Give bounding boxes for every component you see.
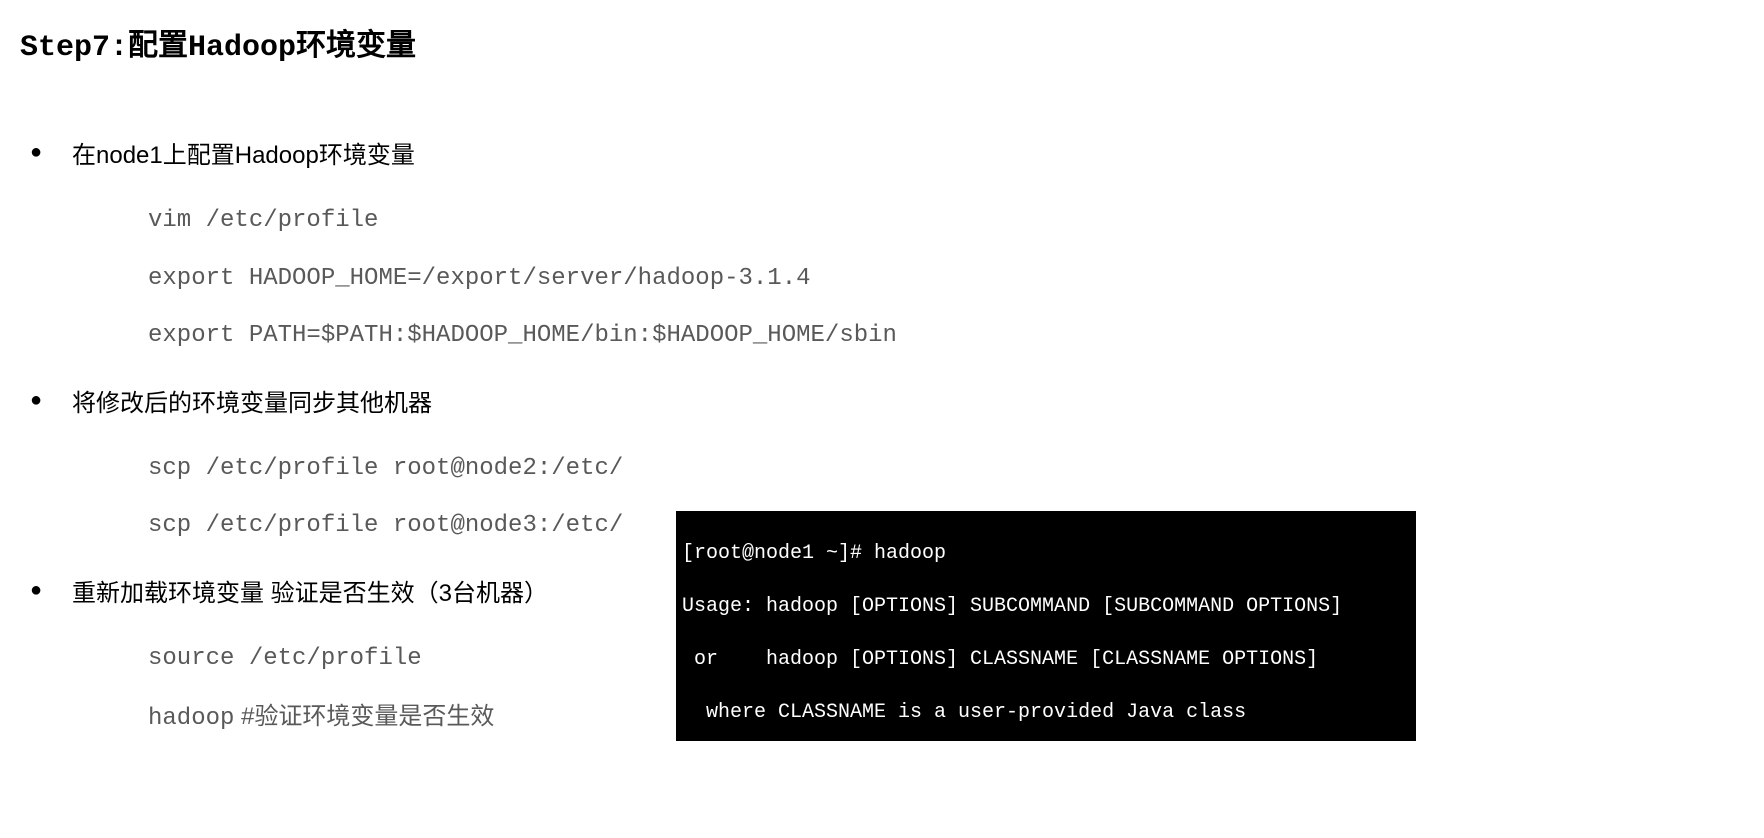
bullet-text: 将修改后的环境变量同步其他机器 — [72, 383, 432, 418]
bullet-text: 重新加载环境变量 验证是否生效（3台机器） — [72, 573, 548, 608]
text-part: 在 — [72, 142, 96, 169]
bullet-text: 在node1上配置Hadoop环境变量 — [72, 135, 415, 170]
terminal-line: where CLASSNAME is a user-provided Java … — [682, 700, 1410, 726]
terminal-line: Usage: hadoop [OPTIONS] SUBCOMMAND [SUBC… — [682, 594, 1410, 620]
code-line: export HADOOP_HOME=/export/server/hadoop… — [148, 250, 1744, 308]
code-hadoop: hadoop — [148, 705, 234, 732]
title-prefix: Step7: — [20, 31, 128, 65]
bullet-row: ● 将修改后的环境变量同步其他机器 — [30, 383, 1744, 418]
text-part: 上配置 — [163, 142, 235, 169]
code-line: scp /etc/profile root@node2:/etc/ — [148, 440, 1744, 498]
page-title: Step7:配置Hadoop环境变量 — [20, 20, 1744, 65]
text-part: node1 — [96, 142, 163, 169]
text-part: Hadoop — [235, 142, 319, 169]
terminal-output: [root@node1 ~]# hadoop Usage: hadoop [OP… — [676, 511, 1416, 741]
code-block: vim /etc/profile export HADOOP_HOME=/exp… — [148, 192, 1744, 365]
terminal-line: or hadoop [OPTIONS] CLASSNAME [CLASSNAME… — [682, 647, 1410, 673]
bullet-icon: ● — [30, 579, 72, 602]
text-part: 环境变量 — [319, 142, 415, 169]
terminal-line: [root@node1 ~]# hadoop — [682, 541, 1410, 567]
list-item: ● 在node1上配置Hadoop环境变量 vim /etc/profile e… — [30, 135, 1744, 365]
bullet-row: ● 在node1上配置Hadoop环境变量 — [30, 135, 1744, 170]
title-bold1: 配置 — [128, 29, 188, 62]
bullet-icon: ● — [30, 141, 72, 164]
title-bold2: 环境变量 — [296, 29, 416, 62]
bullet-icon: ● — [30, 389, 72, 412]
code-line: vim /etc/profile — [148, 192, 1744, 250]
code-comment: #验证环境变量是否生效 — [234, 703, 494, 730]
code-line: export PATH=$PATH:$HADOOP_HOME/bin:$HADO… — [148, 307, 1744, 365]
title-mono: Hadoop — [188, 31, 296, 65]
